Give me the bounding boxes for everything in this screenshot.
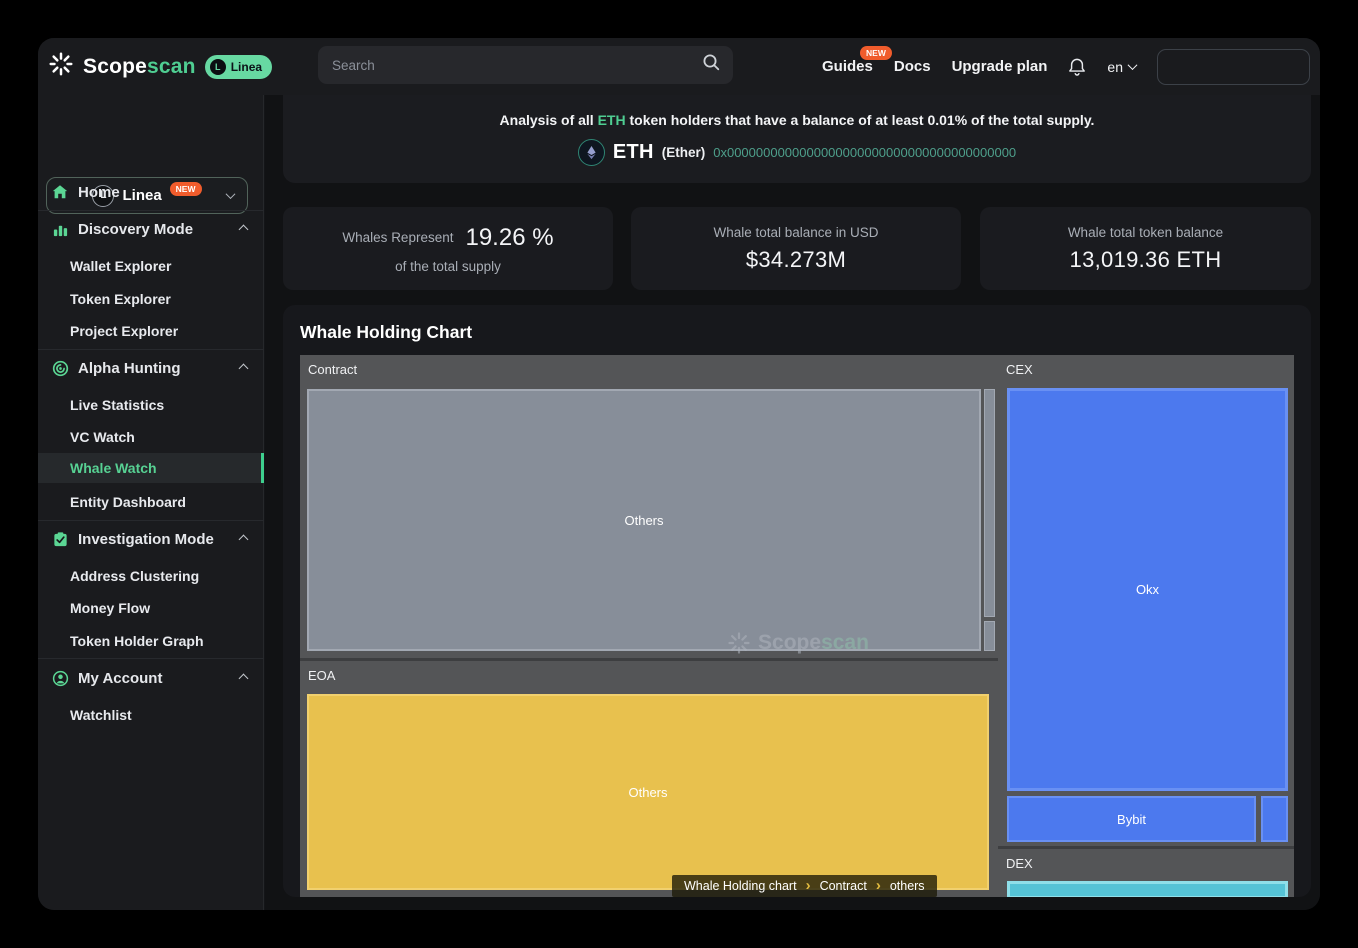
breadcrumb-root[interactable]: Whale Holding chart — [676, 879, 805, 893]
language-selector[interactable]: en — [1107, 59, 1136, 75]
sidebar-item-whale-watch[interactable]: Whale Watch — [38, 453, 264, 483]
sidebar-section-alpha-hunting[interactable]: Alpha Hunting — [38, 354, 264, 382]
app-window: Scopescan L Linea Guides NEW Docs Upgrad — [38, 38, 1320, 910]
treemap-group-label: Contract — [308, 362, 357, 377]
sidebar-item-wallet-explorer[interactable]: Wallet Explorer — [38, 252, 264, 279]
sidebar-item-home[interactable]: Home — [38, 178, 264, 206]
treemap-cell-dex-strip[interactable] — [1007, 881, 1288, 897]
sidebar-section-my-account[interactable]: My Account — [38, 664, 264, 692]
breadcrumb-others[interactable]: others — [882, 879, 933, 893]
brand-name: Scopescan — [83, 55, 196, 79]
token-name: (Ether) — [662, 145, 706, 160]
analysis-description: Analysis of all ETH token holders that h… — [500, 112, 1095, 128]
clipboard-icon — [51, 531, 69, 548]
treemap-cell-okx[interactable]: Okx — [1007, 388, 1288, 791]
brand-logo[interactable]: Scopescan L Linea — [48, 38, 272, 95]
stat-card-total-token-balance: Whale total token balance 13,019.36 ETH — [980, 207, 1311, 290]
chart-title: Whale Holding Chart — [300, 322, 472, 343]
top-header: Scopescan L Linea Guides NEW Docs Upgrad — [38, 38, 1320, 95]
treemap-group-label: EOA — [308, 668, 335, 683]
token-symbol: ETH — [613, 141, 654, 164]
header-nav: Guides NEW Docs Upgrade plan en — [822, 38, 1310, 95]
bar-chart-icon — [51, 221, 69, 238]
search-icon[interactable] — [702, 53, 721, 77]
stat-value: $34.273M — [746, 247, 846, 273]
divider — [38, 520, 264, 521]
sidebar-item-entity-dashboard[interactable]: Entity Dashboard — [38, 488, 264, 515]
divider — [38, 658, 264, 659]
treemap-cell-eoa-others[interactable]: Others — [307, 694, 989, 890]
treemap-group-label: CEX — [1006, 362, 1033, 377]
treemap-group-dex[interactable]: DEX — [998, 849, 1294, 897]
treemap-group-eoa[interactable]: EOA Others — [300, 661, 998, 897]
sidebar-section-discovery-mode[interactable]: Discovery Mode — [38, 215, 264, 243]
user-icon — [51, 670, 69, 687]
token-address[interactable]: 0x00000000000000000000000000000000000000… — [713, 145, 1016, 160]
sidebar-item-token-explorer[interactable]: Token Explorer — [38, 285, 264, 312]
chevron-right-icon: › — [805, 877, 812, 894]
treemap-group-label: DEX — [1006, 856, 1033, 871]
nav-docs[interactable]: Docs — [894, 58, 931, 75]
screen: Scopescan L Linea Guides NEW Docs Upgrad — [0, 0, 1358, 948]
divider — [38, 210, 264, 211]
chevron-right-icon: › — [875, 877, 882, 894]
sidebar-section-investigation-mode[interactable]: Investigation Mode — [38, 525, 264, 553]
treemap-cell-contract-small-2[interactable] — [984, 621, 995, 651]
chevron-up-icon — [239, 673, 249, 683]
whale-holding-treemap: Contract Others EOA Others CEX Okx — [300, 355, 1294, 897]
chevron-up-icon — [239, 363, 249, 373]
token-overview-card: Analysis of all ETH token holders that h… — [283, 95, 1311, 183]
stat-card-whales-represent: Whales Represent 19.26 % of the total su… — [283, 207, 613, 290]
sidebar-item-vc-watch[interactable]: VC Watch — [38, 423, 264, 450]
sidebar-item-money-flow[interactable]: Money Flow — [38, 594, 264, 621]
treemap-breadcrumb: Whale Holding chart › Contract › others — [672, 875, 937, 897]
home-icon — [51, 183, 69, 201]
search-bar[interactable] — [318, 46, 733, 84]
linea-badge-icon: L — [210, 59, 226, 75]
target-icon — [51, 360, 69, 377]
bell-icon[interactable] — [1068, 57, 1086, 77]
watermark-logo-icon — [727, 631, 751, 655]
sidebar-item-live-statistics[interactable]: Live Statistics — [38, 391, 264, 418]
divider — [38, 349, 264, 350]
search-input[interactable] — [332, 58, 702, 73]
stat-card-total-balance-usd: Whale total balance in USD $34.273M — [631, 207, 961, 290]
chevron-down-icon — [1128, 60, 1138, 70]
token-identity-row: ETH (Ether) 0x00000000000000000000000000… — [578, 139, 1016, 166]
treemap-cell-cex-small[interactable] — [1261, 796, 1288, 842]
sidebar-item-watchlist[interactable]: Watchlist — [38, 701, 264, 728]
watermark: Scopescan — [688, 627, 908, 659]
nav-upgrade-plan[interactable]: Upgrade plan — [952, 58, 1048, 75]
treemap-cell-contract-others[interactable]: Others — [307, 389, 981, 651]
nav-guides[interactable]: Guides NEW — [822, 58, 873, 75]
treemap-group-cex[interactable]: CEX Okx Bybit — [998, 355, 1294, 846]
network-badge[interactable]: L Linea — [205, 55, 272, 79]
sidebar-item-project-explorer[interactable]: Project Explorer — [38, 317, 264, 344]
treemap-cell-bybit[interactable]: Bybit — [1007, 796, 1256, 842]
chevron-up-icon — [239, 534, 249, 544]
treemap-cell-contract-small-1[interactable] — [984, 389, 995, 617]
breadcrumb-contract[interactable]: Contract — [812, 879, 875, 893]
sidebar: L Linea NEW Home Discovery Mode Wallet E… — [38, 95, 264, 910]
scopescan-logo-icon — [48, 51, 74, 82]
header-action-button[interactable] — [1157, 49, 1310, 85]
watermark-text: Scopescan — [758, 631, 869, 655]
stat-value: 13,019.36 ETH — [1070, 247, 1222, 273]
stat-value: 19.26 % — [465, 224, 553, 252]
treemap-group-contract[interactable]: Contract Others — [300, 355, 998, 658]
sidebar-item-address-clustering[interactable]: Address Clustering — [38, 562, 264, 589]
chevron-up-icon — [239, 224, 249, 234]
guides-new-badge: NEW — [860, 46, 892, 60]
sidebar-item-token-holder-graph[interactable]: Token Holder Graph — [38, 627, 264, 654]
eth-token-icon — [578, 139, 605, 166]
